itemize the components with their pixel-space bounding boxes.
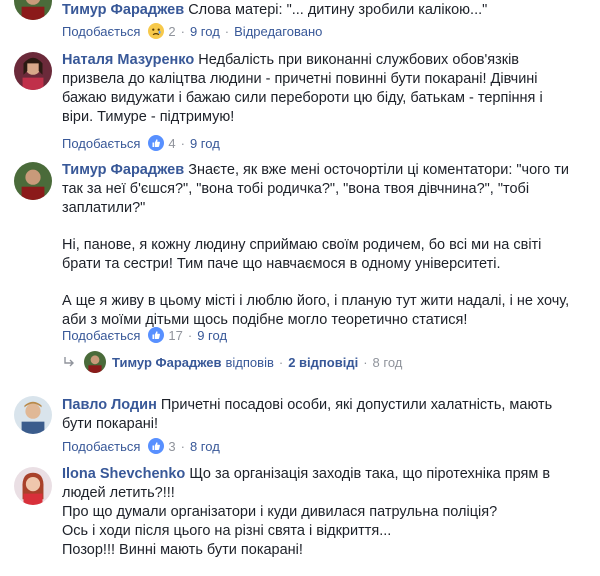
sad-reaction-icon [148,23,165,39]
meta-separator: · [278,354,284,370]
reply-timestamp[interactable]: 8 год [373,355,403,370]
reply-author[interactable]: Тимур Фараджев [112,355,222,370]
comment-text: призвела до каліцтва людини - причетні п… [62,71,538,87]
meta-separator: · [187,327,193,343]
timestamp[interactable]: 8 год [190,439,220,454]
comment-text: бажаю видужати і бажаю сили перебороти ц… [62,90,543,106]
like-link[interactable]: Подобається [62,439,140,454]
meta-separator: · [180,135,185,151]
comment-author[interactable]: Наталя Мазуренко [62,52,194,68]
comment-text: Що за організація заходів така, що пірот… [189,466,551,482]
like-reaction-icon [148,327,165,343]
comment-text: Причетні посадові особи, які допустили х… [160,397,553,413]
comment-text: Ось і ходи після цього на різні свята і … [62,523,392,539]
comment-text: віри. Тимуре - підтримую! [62,109,235,125]
edited-link[interactable]: Відредаговано [234,24,322,39]
reaction-count: 2 [168,23,176,39]
replies-count-link[interactable]: 2 відповіді [288,355,358,370]
reply-verb[interactable]: відповів [226,355,274,370]
timestamp[interactable]: 9 год [190,136,220,151]
reaction-count: 17 [168,327,183,343]
comment-text: Про що думали організатори і куди дивила… [62,504,498,520]
comment-author[interactable]: Тимур Фараджев [62,2,184,18]
avatar-pavlo[interactable] [14,396,52,434]
comment-text: Ні, панове, я кожну людину сприймаю свої… [62,237,542,253]
avatar-ilona[interactable] [14,467,52,505]
comment-author[interactable]: Ilona Shevchenko [62,466,185,482]
comment-text: так за неї б'єшся?", "вона тобі родичка?… [62,181,530,197]
comment-text: людей летить?!!! [62,485,175,501]
reaction-count: 3 [168,438,176,454]
comment-text: заплатили?" [62,200,146,216]
comment-text: Слова матері: "... дитину зробили каліко… [188,2,488,18]
meta-separator: · [180,23,185,39]
reaction-summary[interactable]: 17 [148,327,183,343]
meta-separator: · [224,23,230,39]
comment-text: брати та сестри! Тим паче що навчаємося … [62,256,501,272]
timestamp[interactable]: 9 год [190,24,220,39]
meta-separator: · [363,354,368,370]
like-link[interactable]: Подобається [62,136,140,151]
comment-text: А ще я живу в цьому місті і люблю його, … [62,293,570,309]
avatar-natalia[interactable] [14,52,52,90]
avatar-timur[interactable] [14,162,52,200]
timestamp[interactable]: 9 год [197,328,227,343]
comment-text: бути покарані! [62,416,159,432]
reply-avatar [84,351,106,373]
comment-author[interactable]: Павло Лодин [62,397,157,413]
reaction-summary[interactable]: 3 [148,438,176,454]
like-link[interactable]: Подобається [62,328,140,343]
meta-separator: · [180,438,185,454]
like-link[interactable]: Подобається [62,24,140,39]
replies-summary[interactable]: Тимур Фараджев відповів · 2 відповіді · … [62,350,402,374]
like-reaction-icon [148,135,165,151]
comment-text: Позор!!! Винні мають бути покарані! [62,542,303,558]
reaction-count: 4 [168,135,176,151]
reply-arrow-icon [64,357,74,367]
reaction-summary[interactable]: 4 [148,135,176,151]
comment-author[interactable]: Тимур Фараджев [62,162,184,178]
like-reaction-icon [148,438,165,454]
comment-text: Недбалість при виконанні службових обов'… [198,52,520,68]
reaction-summary[interactable]: 2 [148,23,176,39]
avatar-timur[interactable] [14,0,52,20]
comment-text: Знаєте, як вже мені осточортіли ці комен… [188,162,569,178]
